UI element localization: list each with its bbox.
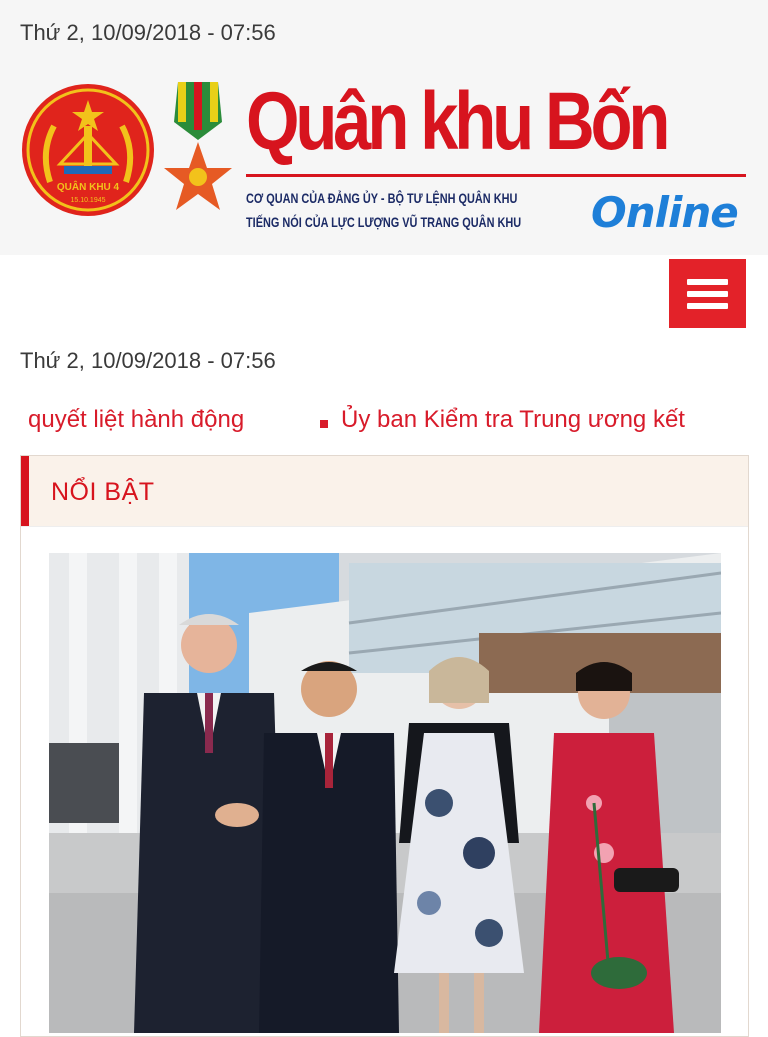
online-label: Online — [591, 188, 739, 237]
menu-button[interactable] — [669, 259, 746, 328]
section-title: NỔI BẬT — [51, 478, 155, 506]
svg-text:15.10.1945: 15.10.1945 — [70, 197, 105, 204]
featured-section: NỔI BẬT — [20, 455, 749, 1037]
date-secondary: Thứ 2, 10/09/2018 - 07:56 — [20, 348, 276, 373]
hamburger-menu-icon — [687, 291, 728, 297]
ticker-bullet-icon — [320, 420, 328, 428]
brand-divider — [246, 174, 746, 177]
section-header: NỔI BẬT — [21, 456, 748, 527]
featured-article-photo[interactable] — [49, 553, 721, 1033]
hamburger-menu-icon — [687, 303, 728, 309]
military-region-emblem-logo[interactable]: QUÂN KHU 4 15.10.1945 — [20, 82, 156, 218]
svg-text:QUÂN KHU 4: QUÂN KHU 4 — [57, 180, 120, 193]
section-accent-bar — [21, 456, 29, 526]
header-date: Thứ 2, 10/09/2018 - 07:56 — [20, 20, 276, 45]
ticker-item[interactable]: quyết liệt hành động — [28, 406, 244, 434]
site-brand[interactable]: Quân khu Bốn CƠ QUAN CỦA ĐẢNG ỦY - BỘ TƯ… — [246, 76, 746, 240]
site-name: Quân khu Bốn — [246, 76, 670, 167]
medal-icon — [164, 82, 232, 220]
news-ticker: quyết liệt hành động Ủy ban Kiểm tra Tru… — [0, 400, 768, 444]
hamburger-menu-icon — [687, 279, 728, 285]
ticker-item[interactable]: Ủy ban Kiểm tra Trung ương kết — [341, 406, 685, 434]
tagline-1: CƠ QUAN CỦA ĐẢNG ỦY - BỘ TƯ LỆNH QUÂN KH… — [246, 190, 518, 206]
tagline-2: TIẾNG NÓI CỦA LỰC LƯỢNG VŨ TRANG QUÂN KH… — [246, 214, 522, 230]
